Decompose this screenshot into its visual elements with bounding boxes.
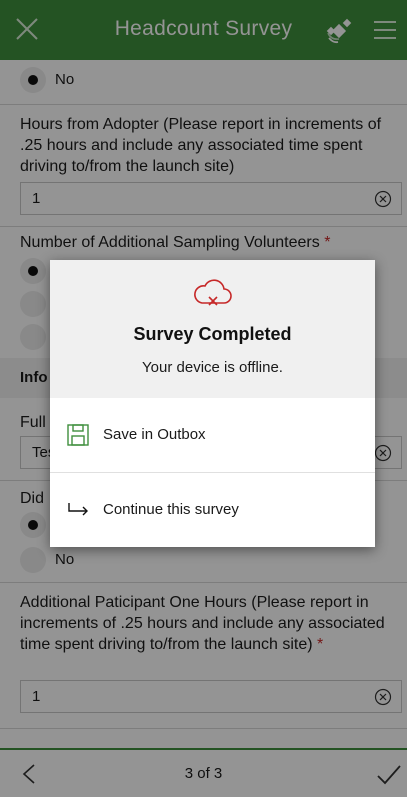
dialog-title: Survey Completed [133,324,292,344]
save-in-outbox-label: Save in Outbox [103,426,206,443]
dialog-header: Survey Completed Your device is offline. [50,260,375,398]
continue-survey-label: Continue this survey [103,501,239,518]
save-in-outbox-button[interactable]: Save in Outbox [50,398,375,472]
dialog-message: Your device is offline. [142,359,283,376]
arrow-return-icon [68,503,88,516]
save-icon [67,424,89,446]
continue-survey-button[interactable]: Continue this survey [50,473,375,547]
cloud-offline-icon [194,279,232,306]
survey-completed-dialog: Survey Completed Your device is offline.… [50,260,375,547]
